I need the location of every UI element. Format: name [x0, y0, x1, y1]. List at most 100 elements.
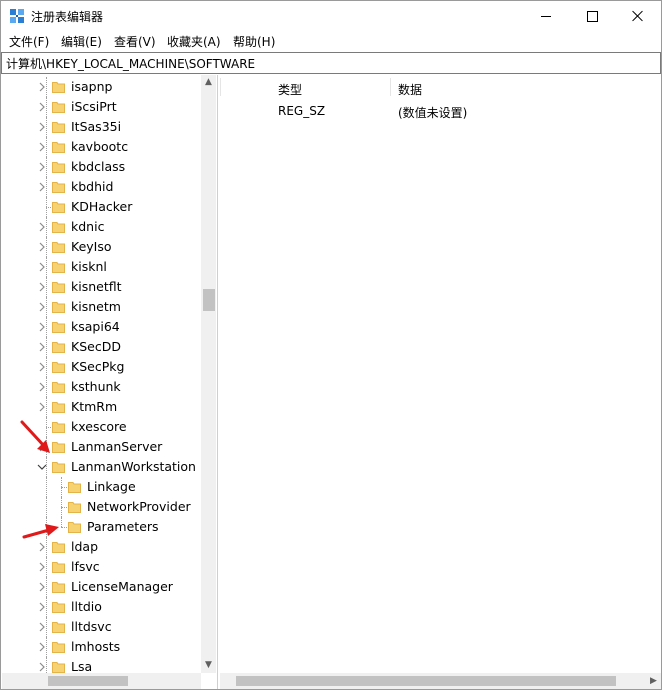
chevron-right-icon[interactable] [37, 242, 47, 252]
values-hscroll-thumb[interactable] [236, 676, 616, 686]
folder-icon [52, 581, 65, 593]
tree-item[interactable]: KeyIso [2, 237, 200, 257]
tree-item[interactable]: kavbootc [2, 137, 200, 157]
tree-item[interactable]: ksthunk [2, 377, 200, 397]
chevron-right-icon[interactable] [37, 82, 47, 92]
chevron-down-icon[interactable] [37, 462, 47, 472]
chevron-right-icon[interactable] [37, 622, 47, 632]
tree-vertical-scrollbar[interactable]: ▲ ▼ [201, 75, 216, 673]
tree-item[interactable]: KSecDD [2, 337, 200, 357]
chevron-right-icon[interactable] [37, 162, 47, 172]
chevron-right-icon[interactable] [37, 342, 47, 352]
scroll-up-icon[interactable]: ▲ [201, 75, 216, 90]
tree-item-label: kdnic [71, 219, 105, 234]
tree-item-label: lltdsvc [71, 619, 112, 634]
tree-item-label: lmhosts [71, 639, 121, 654]
tree-item[interactable]: KSecPkg [2, 357, 200, 377]
chevron-right-icon[interactable] [37, 362, 47, 372]
folder-icon [52, 81, 65, 93]
tree-item[interactable]: iScsiPrt [2, 97, 200, 117]
values-horizontal-scrollbar[interactable]: ▶ [220, 673, 661, 689]
tree-item[interactable]: lltdsvc [2, 617, 200, 637]
scroll-right-icon[interactable]: ▶ [646, 673, 661, 689]
tree-item[interactable]: Linkage [2, 477, 200, 497]
menu-view[interactable]: 查看(V) [114, 33, 156, 50]
key-tree-pane[interactable]: isapnp iScsiPrt ItSas35i kavbootc kbdclass kb… [2, 75, 218, 689]
maximize-button[interactable] [569, 1, 615, 31]
tree-item[interactable]: LicenseManager [2, 577, 200, 597]
tree-item-label: lltdio [71, 599, 102, 614]
tree-item-label: ldap [71, 539, 99, 554]
tree-horizontal-scrollbar[interactable] [2, 673, 201, 689]
minimize-button[interactable] [523, 1, 569, 31]
chevron-right-icon[interactable] [37, 602, 47, 612]
tree-item[interactable]: kisnetm [2, 297, 200, 317]
chevron-right-icon[interactable] [37, 542, 47, 552]
folder-icon [52, 661, 65, 673]
scroll-down-icon[interactable]: ▼ [201, 658, 216, 673]
folder-icon [52, 321, 65, 333]
tree-item[interactable]: KDHacker [2, 197, 200, 217]
chevron-right-icon[interactable] [37, 282, 47, 292]
tree-item-label: kisknl [71, 259, 107, 274]
chevron-right-icon[interactable] [37, 662, 47, 672]
chevron-right-icon[interactable] [37, 582, 47, 592]
tree-item[interactable]: lmhosts [2, 637, 200, 657]
chevron-right-icon[interactable] [37, 222, 47, 232]
folder-icon [68, 501, 81, 513]
tree-item[interactable]: ksapi64 [2, 317, 200, 337]
tree-guide-line [46, 477, 47, 497]
tree-scroll-thumb[interactable] [203, 289, 215, 311]
chevron-right-icon[interactable] [37, 182, 47, 192]
values-pane[interactable]: 类型 数据 REG_SZ (数值未设置) ▶ [220, 75, 661, 689]
chevron-right-icon[interactable] [37, 302, 47, 312]
chevron-right-icon[interactable] [37, 142, 47, 152]
tree-item[interactable]: kbdclass [2, 157, 200, 177]
chevron-right-icon[interactable] [37, 102, 47, 112]
menu-help[interactable]: 帮助(H) [233, 33, 275, 50]
tree-item[interactable]: NetworkProvider [2, 497, 200, 517]
folder-icon [52, 261, 65, 273]
chevron-right-icon[interactable] [37, 642, 47, 652]
folder-icon [52, 201, 65, 213]
address-bar[interactable]: 计算机\HKEY_LOCAL_MACHINE\SOFTWARE [1, 52, 661, 74]
chevron-right-icon[interactable] [37, 562, 47, 572]
tree-item-label: iScsiPrt [71, 99, 117, 114]
tree-item[interactable]: KtmRm [2, 397, 200, 417]
tree-item-label: Linkage [87, 479, 136, 494]
tree-item[interactable]: lfsvc [2, 557, 200, 577]
tree-item[interactable]: kbdhid [2, 177, 200, 197]
menu-edit[interactable]: 编辑(E) [61, 33, 102, 50]
tree-item-label: kbdclass [71, 159, 126, 174]
tree-item[interactable]: kisknl [2, 257, 200, 277]
tree-item[interactable]: isapnp [2, 77, 200, 97]
tree-item-label: KSecPkg [71, 359, 125, 374]
tree-item[interactable]: ItSas35i [2, 117, 200, 137]
column-separator[interactable] [390, 78, 391, 96]
tree-item[interactable]: LanmanWorkstation [2, 457, 200, 477]
tree-item-label: KtmRm [71, 399, 118, 414]
chevron-right-icon[interactable] [37, 402, 47, 412]
annotation-arrow-icon [22, 524, 59, 539]
address-path[interactable]: 计算机\HKEY_LOCAL_MACHINE\SOFTWARE [6, 55, 255, 72]
chevron-right-icon[interactable] [37, 322, 47, 332]
close-button[interactable] [615, 1, 661, 31]
folder-icon [52, 401, 65, 413]
tree-item-label: Parameters [87, 519, 159, 534]
tree-item-label: LanmanServer [71, 439, 163, 454]
tree-item-label: NetworkProvider [87, 499, 191, 514]
menu-favorites[interactable]: 收藏夹(A) [167, 33, 221, 50]
tree-item-label: lfsvc [71, 559, 100, 574]
tree-item[interactable]: kisnetflt [2, 277, 200, 297]
tree-hscroll-thumb[interactable] [48, 676, 128, 686]
folder-icon [52, 641, 65, 653]
chevron-right-icon[interactable] [37, 382, 47, 392]
chevron-right-icon[interactable] [37, 122, 47, 132]
tree-item[interactable]: lltdio [2, 597, 200, 617]
minimize-icon [541, 15, 551, 17]
tree-item-label: kavbootc [71, 139, 129, 154]
menu-file[interactable]: 文件(F) [9, 33, 49, 50]
tree-item[interactable]: kdnic [2, 217, 200, 237]
chevron-right-icon[interactable] [37, 262, 47, 272]
tree-item-label: kisnetm [71, 299, 121, 314]
